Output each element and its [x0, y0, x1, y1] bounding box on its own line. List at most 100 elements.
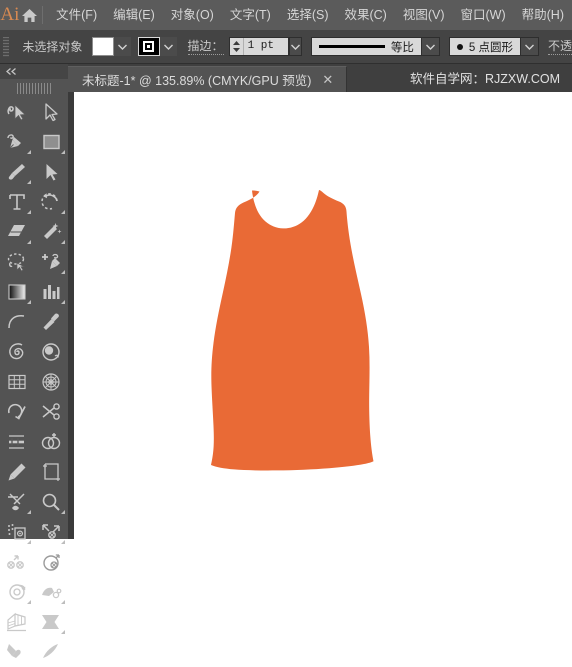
tool-perspective-grid[interactable]	[0, 607, 34, 637]
menu-effect[interactable]: 效果(C)	[336, 0, 394, 30]
tool-flyout-indicator	[27, 240, 31, 244]
menu-object[interactable]: 对象(O)	[163, 0, 222, 30]
brush-round-dot-icon	[456, 43, 463, 50]
tool-eyedropper[interactable]	[34, 307, 68, 337]
home-icon[interactable]	[20, 0, 40, 30]
menu-edit[interactable]: 编辑(E)	[105, 0, 163, 30]
tool-type[interactable]	[0, 187, 34, 217]
selection-status-label: 未选择对象	[22, 40, 83, 54]
stroke-weight-field[interactable]: 1 pt	[228, 37, 289, 56]
tool-lasso[interactable]	[0, 247, 34, 277]
stroke-profile-preview-icon	[318, 45, 385, 48]
stroke-profile-chevron-down-icon[interactable]	[421, 37, 440, 56]
stroke-profile-field[interactable]: 等比	[310, 37, 422, 56]
tool-artboard[interactable]	[34, 457, 68, 487]
document-tab[interactable]: 未标题-1* @ 135.89% (CMYK/GPU 预览) ✕	[68, 66, 348, 92]
document-tab-bar: 未标题-1* @ 135.89% (CMYK/GPU 预览) ✕ 软件自学网：R…	[68, 64, 572, 92]
stroke-swatch-group	[137, 37, 177, 56]
tool-rotate[interactable]	[34, 187, 68, 217]
tool-eraser[interactable]	[0, 217, 34, 247]
tool-flyout-indicator	[61, 210, 65, 214]
tool-hand[interactable]	[0, 637, 34, 667]
tool-polar-grid[interactable]	[34, 367, 68, 397]
tool-magic-wand[interactable]	[34, 217, 68, 247]
tools-panel	[0, 64, 68, 658]
tool-smooth[interactable]	[0, 397, 34, 427]
tool-column-graph[interactable]	[34, 277, 68, 307]
control-bar: 未选择对象 描边： 1 pt 等比 5 点圆形 不透	[0, 30, 572, 64]
tool-reshape[interactable]	[34, 547, 68, 577]
tool-flyout-indicator	[61, 540, 65, 544]
tool-arc[interactable]	[0, 307, 34, 337]
tool-rectangular-grid[interactable]	[0, 367, 34, 397]
tool-direct-selection[interactable]	[34, 157, 68, 187]
brush-definition-field[interactable]: 5 点圆形	[448, 37, 521, 56]
stroke-swatch-ring	[143, 41, 155, 52]
fill-swatch-group	[91, 37, 131, 56]
tool-flyout-indicator	[27, 150, 31, 154]
tool-symbol-sprayer[interactable]	[0, 517, 34, 547]
tool-scissors[interactable]	[34, 397, 68, 427]
control-bar-grip[interactable]	[3, 36, 10, 57]
tool-puppet-warp[interactable]	[34, 577, 68, 607]
tool-scale[interactable]	[34, 517, 68, 547]
stroke-color-swatch[interactable]	[137, 37, 160, 56]
brush-definition-chevron-down-icon[interactable]	[520, 37, 539, 56]
tools-grid	[0, 97, 68, 667]
stroke-profile-combo[interactable]: 等比	[310, 37, 440, 56]
tool-selection[interactable]	[34, 97, 68, 127]
tool-pen[interactable]	[0, 127, 34, 157]
collapse-panel-icon	[6, 68, 16, 75]
menu-type[interactable]: 文字(T)	[222, 0, 279, 30]
stroke-weight-value[interactable]: 1 pt	[244, 38, 288, 55]
tool-zoom[interactable]	[34, 487, 68, 517]
tool-spiral[interactable]	[0, 337, 34, 367]
brush-definition-value: 5 点圆形	[468, 41, 513, 54]
tool-rectangle[interactable]	[34, 127, 68, 157]
menu-help[interactable]: 帮助(H)	[514, 0, 572, 30]
tool-shaper[interactable]	[0, 97, 34, 127]
stroke-weight-label[interactable]: 描边：	[187, 39, 224, 55]
tool-flyout-indicator	[27, 210, 31, 214]
menu-view[interactable]: 视图(V)	[395, 0, 453, 30]
tools-panel-grip[interactable]	[17, 83, 51, 94]
close-icon[interactable]: ✕	[320, 73, 335, 86]
tool-blob-brush[interactable]	[34, 337, 68, 367]
tool-flyout-indicator	[61, 600, 65, 604]
tool-flyout-indicator	[61, 510, 65, 514]
canvas-area[interactable]	[74, 92, 572, 539]
tool-flyout-indicator	[61, 300, 65, 304]
tool-flyout-indicator	[61, 150, 65, 154]
tool-knife[interactable]	[34, 637, 68, 667]
fill-color-swatch[interactable]	[91, 37, 114, 56]
menu-item-list: 文件(F) 编辑(E) 对象(O) 文字(T) 选择(S) 效果(C) 视图(V…	[48, 0, 572, 30]
menu-file[interactable]: 文件(F)	[48, 0, 105, 30]
menu-select[interactable]: 选择(S)	[279, 0, 337, 30]
tool-flyout-indicator	[61, 630, 65, 634]
watermark-text: 软件自学网：RJZXW.COM	[410, 72, 560, 86]
tool-gradient[interactable]	[0, 277, 34, 307]
tool-free-transform[interactable]	[0, 547, 34, 577]
tool-blend[interactable]	[0, 577, 34, 607]
tools-panel-header	[0, 64, 68, 79]
stroke-chevron-down-icon[interactable]	[159, 37, 177, 56]
tool-flyout-indicator	[27, 540, 31, 544]
tool-paintbrush[interactable]	[0, 157, 34, 187]
tool-shape-builder[interactable]	[34, 427, 68, 457]
tool-width[interactable]	[0, 427, 34, 457]
stroke-weight-stepper[interactable]	[229, 38, 244, 55]
ai-logo: Ai	[0, 4, 20, 25]
dress-shape	[211, 190, 374, 471]
tool-pencil[interactable]	[0, 457, 34, 487]
tool-add-anchor[interactable]	[34, 247, 68, 277]
tool-flag-warp[interactable]	[34, 607, 68, 637]
stroke-profile-value: 等比	[390, 41, 414, 54]
brush-definition-combo[interactable]: 5 点圆形	[448, 37, 539, 56]
tool-flyout-indicator	[27, 300, 31, 304]
menu-window[interactable]: 窗口(W)	[453, 0, 514, 30]
tool-slice[interactable]	[0, 487, 34, 517]
opacity-label[interactable]: 不透	[547, 39, 572, 55]
fill-chevron-down-icon[interactable]	[113, 37, 131, 56]
stroke-weight-chevron-down-icon[interactable]	[288, 37, 302, 56]
menu-bar: Ai 文件(F) 编辑(E) 对象(O) 文字(T) 选择(S) 效果(C) 视…	[0, 0, 572, 30]
